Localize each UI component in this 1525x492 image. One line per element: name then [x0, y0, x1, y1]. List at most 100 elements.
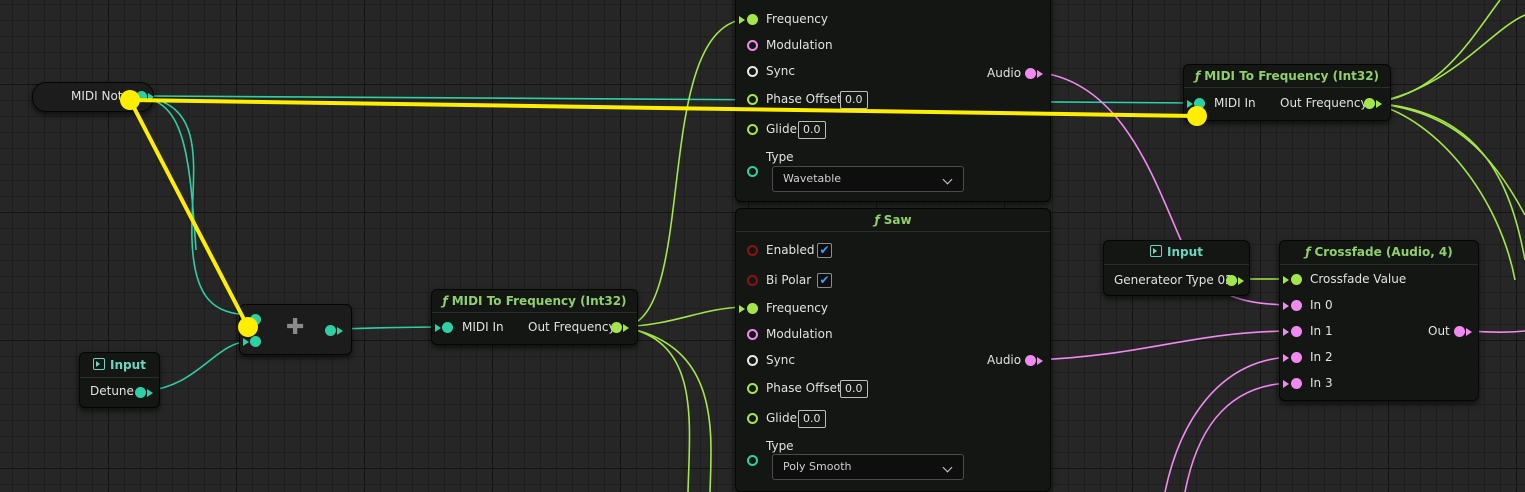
wire-in3-incoming[interactable] — [1184, 382, 1291, 492]
osc-audio-arrow — [1037, 70, 1043, 78]
crossfade-in3-arrow — [1283, 380, 1289, 388]
mtf-left-midi-in-pin[interactable] — [442, 322, 453, 333]
wire-mtf-left-down-2[interactable] — [622, 326, 712, 492]
crossfade-node[interactable]: ƒ Crossfade (Audio, 4) Crossfade Value In… — [1279, 240, 1479, 401]
crossfade-in0-arrow — [1283, 302, 1289, 310]
crossfade-title: Crossfade (Audio, 4) — [1314, 245, 1453, 259]
detune-output-pin[interactable] — [135, 387, 146, 398]
chevron-down-icon — [942, 462, 953, 473]
midi-note-output-arrow — [148, 93, 154, 101]
wire-mtf-right-out-1[interactable] — [1371, 0, 1501, 104]
add-output-pin[interactable] — [325, 325, 336, 336]
wire-detune-to-add[interactable] — [146, 340, 251, 392]
add-input-b-pin[interactable] — [250, 336, 261, 347]
midi-note-label: MIDI Note — [71, 89, 130, 103]
saw-phase-offset-field[interactable]: 0.0 — [840, 380, 868, 398]
wire-mtf-left-to-osc-freq[interactable] — [622, 18, 746, 328]
wire-saw-audio-to-crossfade-in1[interactable] — [1034, 330, 1291, 361]
midi-to-frequency-node-left[interactable]: ƒ MIDI To Frequency (Int32) MIDI In Out F… — [431, 289, 638, 345]
osc-audio-pin[interactable] — [1025, 68, 1036, 79]
osc-modulation-label: Modulation — [766, 38, 833, 52]
input-detune-header: Input — [80, 353, 159, 378]
oscillator-node-top[interactable]: Frequency Modulation Sync Phase Offset 0… — [735, 0, 1051, 202]
saw-frequency-pin[interactable] — [747, 303, 758, 314]
generator-type-output-pin[interactable] — [1226, 275, 1237, 286]
add-node[interactable]: ✚ — [239, 304, 352, 355]
midi-to-frequency-right-title: MIDI To Frequency (Int32) — [1204, 69, 1380, 83]
input-icon — [93, 358, 106, 370]
saw-glide-field[interactable]: 0.0 — [798, 410, 826, 428]
crossfade-in2-label: In 2 — [1310, 350, 1333, 364]
saw-enabled-checkbox[interactable]: ✔ — [817, 243, 832, 258]
saw-phase-offset-label: Phase Offset — [766, 381, 842, 395]
wire-mtf-right-out-2[interactable] — [1371, 14, 1525, 104]
saw-type-dropdown[interactable]: Poly Smooth — [772, 454, 964, 480]
mtf-right-midi-in-pin[interactable] — [1194, 98, 1205, 109]
crossfade-in1-arrow — [1283, 328, 1289, 336]
osc-phase-offset-field[interactable]: 0.0 — [840, 91, 868, 109]
saw-modulation-pin[interactable] — [747, 329, 758, 340]
osc-type-value: Wavetable — [783, 172, 842, 185]
osc-frequency-pin[interactable] — [747, 14, 758, 25]
crossfade-in2-pin[interactable] — [1291, 352, 1302, 363]
wire-mtf-left-down-1[interactable] — [622, 326, 691, 492]
add-input-a-arrow — [243, 316, 249, 324]
osc-phase-offset-pin[interactable] — [747, 94, 758, 105]
osc-sync-pin[interactable] — [747, 66, 758, 77]
function-icon: ƒ — [1194, 69, 1201, 83]
saw-type-pin[interactable] — [747, 455, 758, 466]
add-output-arrow — [337, 327, 343, 335]
osc-glide-field[interactable]: 0.0 — [798, 121, 826, 139]
saw-audio-label: Audio — [987, 353, 1022, 367]
wire-in2-incoming[interactable] — [1164, 356, 1291, 492]
generator-type-label: Generateor Type 02 — [1114, 273, 1233, 287]
saw-enabled-label: Enabled — [766, 243, 815, 257]
saw-audio-pin[interactable] — [1025, 355, 1036, 366]
wire-mtf-right-out-3[interactable] — [1371, 102, 1525, 216]
osc-sync-label: Sync — [766, 64, 795, 78]
osc-type-dropdown[interactable]: Wavetable — [772, 166, 964, 192]
midi-note-node[interactable]: MIDI Note — [32, 82, 154, 112]
crossfade-in1-label: In 1 — [1310, 324, 1333, 338]
saw-sync-pin[interactable] — [747, 355, 758, 366]
osc-glide-pin[interactable] — [747, 124, 758, 135]
input-detune-node[interactable]: Input Detune — [79, 352, 160, 408]
osc-frequency-label: Frequency — [766, 12, 828, 26]
crossfade-out-pin[interactable] — [1454, 326, 1465, 337]
saw-glide-pin[interactable] — [747, 413, 758, 424]
saw-type-label: Type — [766, 439, 794, 453]
saw-bipolar-checkbox[interactable]: ✔ — [817, 273, 832, 288]
saw-node[interactable]: ƒ Saw Enabled ✔ Bi Polar ✔ Frequency Modu… — [735, 208, 1051, 492]
crossfade-value-pin[interactable] — [1291, 274, 1302, 285]
saw-enabled-pin[interactable] — [747, 245, 758, 256]
saw-bipolar-pin[interactable] — [747, 275, 758, 286]
mtf-left-out-arrow — [623, 324, 629, 332]
mtf-left-out-pin[interactable] — [611, 322, 622, 333]
osc-type-pin[interactable] — [747, 166, 758, 177]
add-input-a-pin[interactable] — [250, 314, 261, 325]
crossfade-out-label: Out — [1428, 324, 1450, 338]
midi-to-frequency-node-right[interactable]: ƒ MIDI To Frequency (Int32) MIDI In Out F… — [1183, 64, 1391, 121]
crossfade-out-arrow — [1466, 328, 1472, 336]
saw-phase-offset-pin[interactable] — [747, 383, 758, 394]
crossfade-in2-arrow — [1283, 354, 1289, 362]
function-icon: ƒ — [1305, 245, 1311, 259]
input-generator-type-node[interactable]: Input Generateor Type 02 — [1103, 240, 1250, 296]
crossfade-in3-pin[interactable] — [1291, 378, 1302, 389]
crossfade-in3-label: In 3 — [1310, 376, 1333, 390]
mtf-right-out-pin[interactable] — [1364, 98, 1375, 109]
input-detune-title: Input — [110, 358, 146, 372]
crossfade-in0-pin[interactable] — [1291, 300, 1302, 311]
crossfade-header: ƒ Crossfade (Audio, 4) — [1280, 241, 1478, 265]
add-input-b-arrow — [243, 338, 249, 346]
generator-type-output-arrow — [1238, 277, 1244, 285]
wire-midi-to-add-b[interactable] — [149, 98, 197, 251]
midi-to-frequency-left-title: MIDI To Frequency (Int32) — [451, 294, 627, 308]
crossfade-in1-pin[interactable] — [1291, 326, 1302, 337]
saw-frequency-arrow — [739, 305, 745, 313]
wire-midi-to-add-a[interactable] — [149, 97, 251, 316]
osc-phase-offset-label: Phase Offset — [766, 92, 842, 106]
midi-note-output-pin[interactable] — [136, 91, 147, 102]
osc-modulation-pin[interactable] — [747, 40, 758, 51]
function-icon: ƒ — [442, 294, 448, 308]
